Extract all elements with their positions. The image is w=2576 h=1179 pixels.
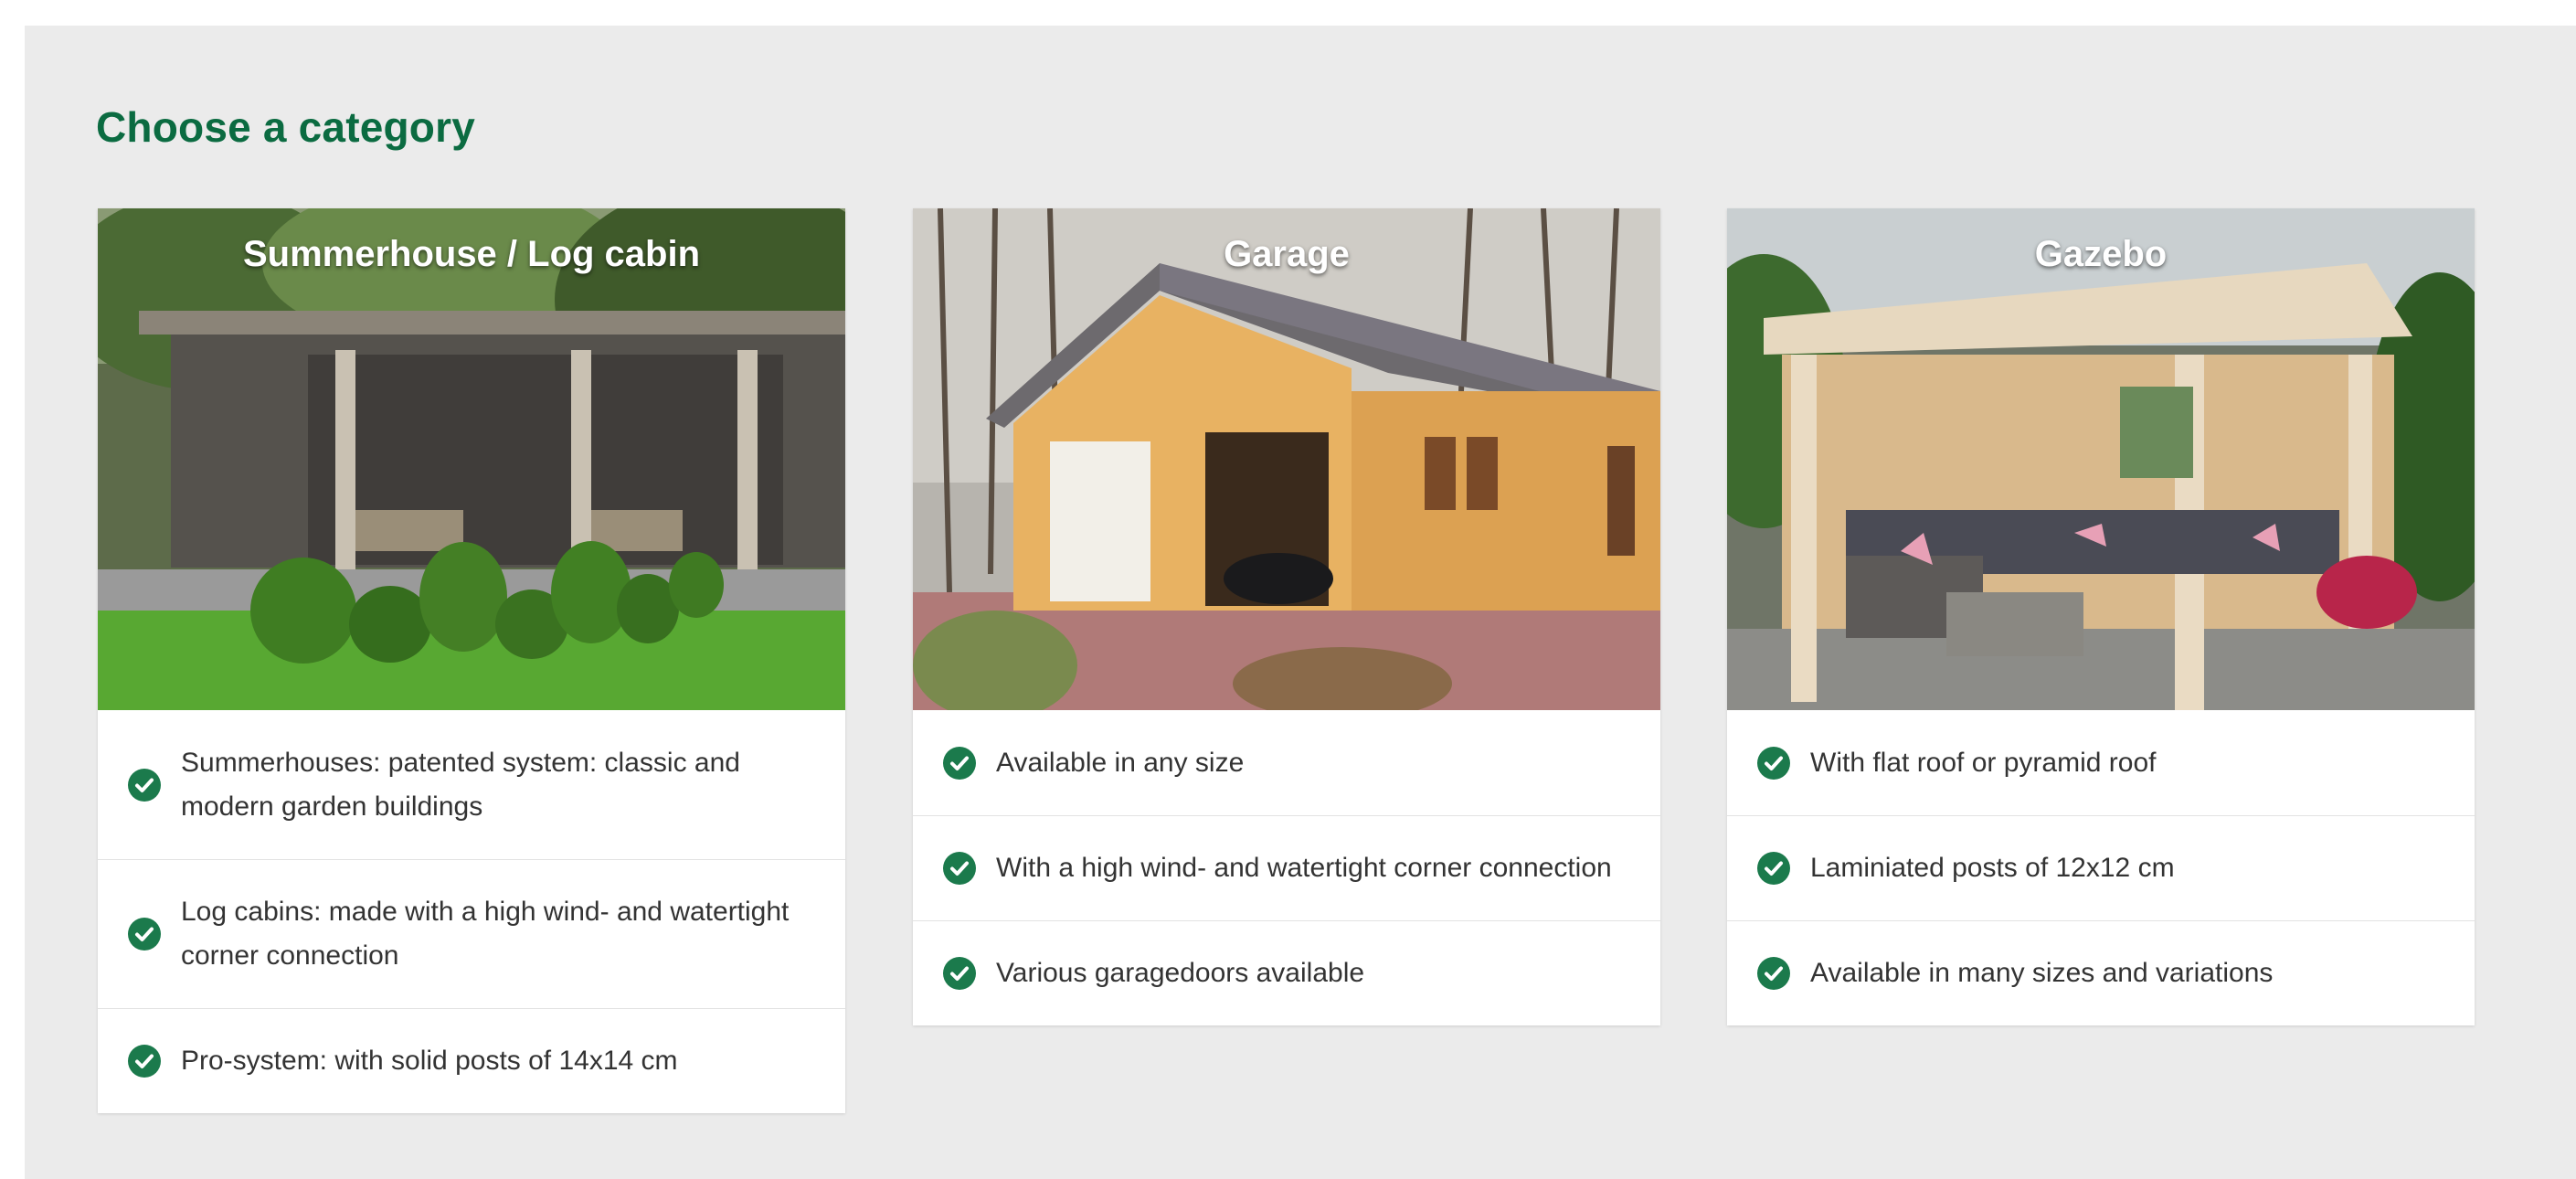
feature-text: With flat roof or pyramid roof xyxy=(1810,747,2157,778)
feature-text: Available in any size xyxy=(996,747,1245,778)
feature-text: With a high wind- and watertight corner … xyxy=(996,853,1612,883)
list-item: Various garagedoors available xyxy=(913,920,1660,1025)
card-title[interactable]: Summerhouse / Log cabin xyxy=(98,234,845,275)
check-circle-icon xyxy=(943,852,976,885)
check-circle-icon xyxy=(1757,852,1790,885)
category-card-garage[interactable]: Garage Available in any size With a high… xyxy=(913,208,1660,1025)
check-circle-icon xyxy=(128,768,161,802)
summerhouse-photo xyxy=(98,208,845,710)
feature-text: Log cabins: made with a high wind- and w… xyxy=(181,897,790,971)
feature-list: With flat roof or pyramid roof Laminiate… xyxy=(1727,710,2475,1025)
list-item: Summerhouses: patented system: classic a… xyxy=(98,710,845,859)
feature-text: Various garagedoors available xyxy=(996,958,1365,988)
garage-image[interactable]: Garage xyxy=(913,208,1660,710)
card-title[interactable]: Gazebo xyxy=(1727,234,2475,275)
category-card-summerhouse[interactable]: Summerhouse / Log cabin Summerhouses: pa… xyxy=(98,208,845,1113)
list-item: Log cabins: made with a high wind- and w… xyxy=(98,859,845,1008)
check-circle-icon xyxy=(128,918,161,951)
section-heading: Choose a category xyxy=(96,103,475,151)
feature-list: Summerhouses: patented system: classic a… xyxy=(98,710,845,1113)
summerhouse-image[interactable]: Summerhouse / Log cabin xyxy=(98,208,845,710)
feature-text: Laminiated posts of 12x12 cm xyxy=(1810,853,2175,883)
garage-photo xyxy=(913,208,1660,710)
check-circle-icon xyxy=(1757,957,1790,990)
list-item: Pro-system: with solid posts of 14x14 cm xyxy=(98,1008,845,1113)
check-circle-icon xyxy=(943,957,976,990)
list-item: Available in any size xyxy=(913,710,1660,815)
list-item: Laminiated posts of 12x12 cm xyxy=(1727,815,2475,920)
feature-text: Pro-system: with solid posts of 14x14 cm xyxy=(181,1046,678,1076)
list-item: With flat roof or pyramid roof xyxy=(1727,710,2475,815)
check-circle-icon xyxy=(1757,746,1790,780)
feature-list: Available in any size With a high wind- … xyxy=(913,710,1660,1025)
feature-text: Summerhouses: patented system: classic a… xyxy=(181,747,740,822)
category-card-gazebo[interactable]: Gazebo With flat roof or pyramid roof La… xyxy=(1727,208,2475,1025)
list-item: Available in many sizes and variations xyxy=(1727,920,2475,1025)
check-circle-icon xyxy=(128,1045,161,1078)
check-circle-icon xyxy=(943,746,976,780)
list-item: With a high wind- and watertight corner … xyxy=(913,815,1660,920)
feature-text: Available in many sizes and variations xyxy=(1810,958,2274,988)
gazebo-photo xyxy=(1727,208,2475,710)
card-title[interactable]: Garage xyxy=(913,234,1660,275)
gazebo-image[interactable]: Gazebo xyxy=(1727,208,2475,710)
